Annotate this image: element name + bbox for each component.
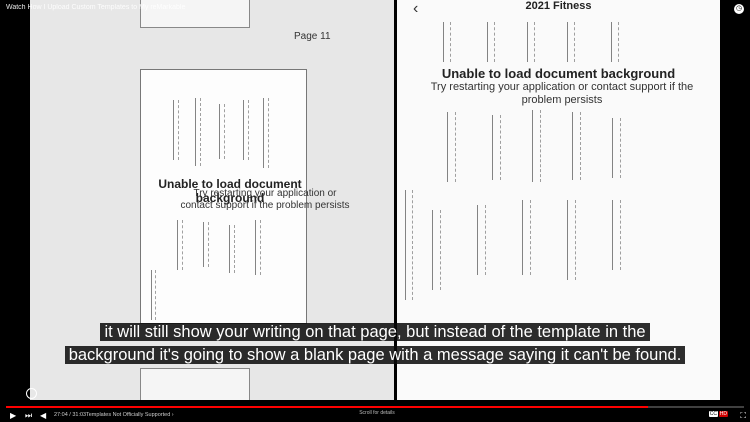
error-title: Unable to load document background — [441, 66, 676, 81]
record-icon — [26, 388, 37, 399]
error-message: Try restarting your application or conta… — [180, 188, 350, 211]
handwriting-column — [432, 210, 441, 290]
chapter-title[interactable]: Templates Not Officially Supported › — [86, 412, 174, 418]
handwriting-column — [492, 115, 501, 180]
player-controls: ▶ ⏭ ◀ 27:04 / 31:03 Templates Not Offici… — [0, 400, 750, 422]
scroll-hint[interactable]: Scroll for details — [352, 410, 402, 416]
handwriting-column — [229, 225, 235, 273]
time-display: 27:04 / 31:03 — [54, 412, 87, 418]
watch-later-icon[interactable]: ◷ — [734, 4, 744, 14]
play-icon[interactable]: ▶ — [10, 411, 16, 420]
handwriting-column — [567, 22, 575, 62]
handwriting-column — [263, 98, 269, 168]
handwriting-column — [572, 112, 581, 180]
handwriting-column — [443, 22, 451, 62]
handwriting-column — [527, 22, 535, 62]
handwriting-column — [487, 22, 495, 62]
progress-fill — [6, 406, 649, 408]
progress-bar[interactable] — [6, 406, 744, 408]
handwriting-column — [151, 270, 156, 320]
handwriting-column — [195, 98, 201, 166]
page-label: Page 11 — [294, 31, 331, 42]
video-title[interactable]: Watch How I Upload Custom Templates to M… — [6, 4, 185, 11]
handwriting-column — [532, 110, 541, 182]
handwriting-column — [612, 200, 621, 270]
skip-next-icon[interactable]: ⏭ — [25, 411, 32, 421]
tablet-page-overview: Page 11 Unable to load document backgrou… — [30, 0, 394, 400]
handwriting-column — [567, 200, 576, 280]
fullscreen-icon[interactable]: ⛶ — [740, 411, 746, 421]
volume-icon[interactable]: ◀ — [40, 411, 46, 420]
handwriting-column — [611, 22, 619, 62]
handwriting-column — [243, 100, 249, 160]
document-title: 2021 Fitness — [525, 0, 592, 12]
captions-button[interactable]: CC — [708, 411, 718, 417]
next-page-thumbnail[interactable] — [140, 368, 250, 400]
zoomed-document-page: ‹ 2021 Fitness Unable to load document b… — [397, 0, 720, 400]
handwriting-column — [173, 100, 179, 160]
handwriting-column — [405, 190, 413, 300]
handwriting-column — [219, 104, 225, 159]
error-message: Try restarting your application or conta… — [430, 81, 694, 106]
settings-quality-badge: HD — [718, 411, 728, 417]
handwriting-column — [447, 112, 456, 182]
handwriting-column — [203, 222, 209, 267]
handwriting-column — [177, 220, 183, 270]
handwriting-column — [477, 205, 486, 275]
handwriting-column — [522, 200, 531, 275]
handwriting-column — [255, 220, 261, 275]
handwriting-column — [612, 118, 621, 178]
video-player[interactable]: Watch How I Upload Custom Templates to M… — [0, 0, 750, 422]
